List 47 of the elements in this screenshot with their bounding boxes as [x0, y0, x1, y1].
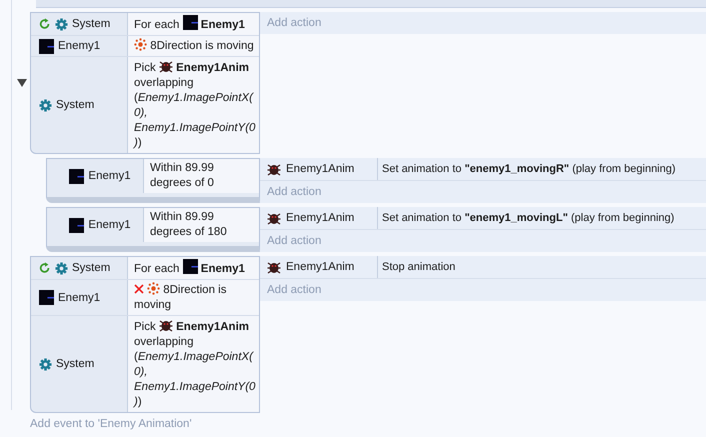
condition-text[interactable]: 8Direction is moving	[128, 36, 259, 56]
condition-text[interactable]: Within 89.99 degrees of 180	[144, 208, 259, 242]
gear-icon	[55, 18, 68, 30]
sprite-icon	[69, 168, 84, 184]
cross-icon	[134, 284, 144, 294]
object-name: Enemy1	[58, 292, 100, 304]
event-conditions-block[interactable]: System For each Enemy1 Enemy1 8Direction is moving System Pick Enemy1Anim overlapping (Enemy1.ImagePointX(0), Enemy1.ImagePointY(0))	[30, 12, 260, 154]
action-text[interactable]: Set animation to "enemy1_movingL" (play from beginning)	[378, 212, 674, 224]
sprite-icon	[182, 15, 198, 30]
object-name: Enemy1Anim	[286, 261, 354, 273]
sprite-icon	[69, 218, 84, 232]
object-name: Enemy1	[88, 170, 131, 182]
object-name: System	[72, 18, 110, 30]
sprite-icon	[39, 38, 54, 54]
dots-burst-icon	[134, 38, 147, 51]
action-text[interactable]: Stop animation	[378, 261, 456, 273]
sprite-icon	[182, 259, 198, 274]
sub-event-conditions-block[interactable]: Enemy1 Within 89.99 degrees of 0	[46, 158, 260, 203]
sub-event-conditions-block[interactable]: Enemy1 Within 89.99 degrees of 180	[46, 207, 260, 252]
condition-text[interactable]: For each Enemy1	[128, 257, 259, 279]
object-name: System	[72, 262, 110, 274]
condition-text[interactable]: For each Enemy1	[128, 13, 259, 35]
condition-text[interactable]: Pick Enemy1Anim overlapping (Enemy1.ImagePointX(0), Enemy1.ImagePointY(0))	[128, 57, 259, 153]
object-name: Enemy1	[58, 40, 100, 52]
bug-icon	[158, 318, 173, 332]
object-name: System	[56, 358, 94, 370]
bug-icon	[267, 162, 281, 176]
object-name: Enemy1	[88, 219, 131, 231]
dots-burst-icon	[147, 282, 160, 295]
loop-arrow-icon	[39, 262, 51, 274]
collapse-triangle-icon[interactable]	[17, 79, 27, 87]
bug-icon	[158, 59, 173, 73]
sprite-icon	[39, 290, 54, 305]
object-name: System	[56, 99, 94, 111]
bug-icon	[267, 260, 281, 274]
gear-icon	[55, 262, 68, 274]
object-name: Enemy1Anim	[286, 212, 354, 224]
gear-icon	[39, 358, 52, 370]
action-text[interactable]: Set animation to "enemy1_movingR" (play from beginning)	[378, 163, 676, 175]
loop-arrow-icon	[39, 18, 51, 30]
bug-icon	[267, 211, 281, 225]
gear-icon	[39, 98, 52, 112]
object-name: Enemy1Anim	[286, 163, 354, 175]
condition-text[interactable]: 8Direction is moving	[128, 280, 259, 315]
condition-text[interactable]: Pick Enemy1Anim overlapping (Enemy1.ImagePointX(0), Enemy1.ImagePointY(0))	[128, 316, 259, 412]
event-conditions-block[interactable]: System For each Enemy1 Enemy1 8Direction is moving System Pick Enemy1Anim overlapping (Enemy1.ImagePointX(0), Enemy1.ImagePointY(0))	[30, 256, 260, 413]
condition-text[interactable]: Within 89.99 degrees of 0	[144, 159, 259, 193]
